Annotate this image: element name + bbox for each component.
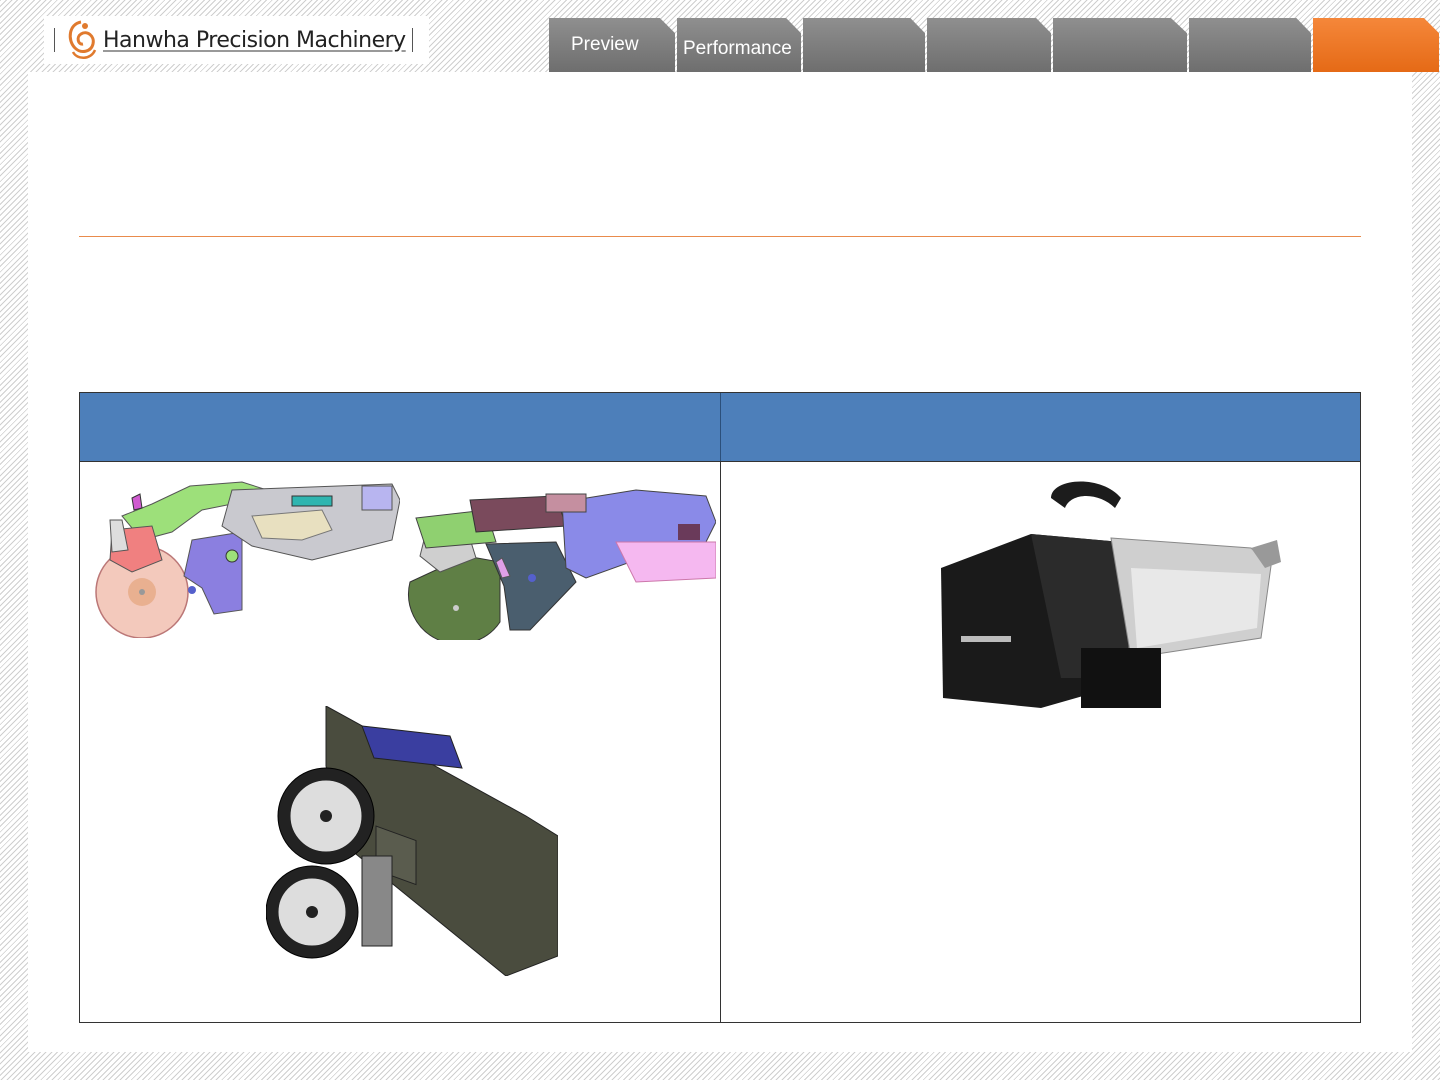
comparison-table — [79, 392, 1361, 1023]
header: Hanwha Precision Machinery Preview Perfo… — [0, 0, 1440, 72]
tab-5[interactable] — [1053, 18, 1187, 72]
feeder-3d-render-icon — [266, 706, 558, 976]
tab-4[interactable] — [927, 18, 1051, 72]
brand-logo: Hanwha Precision Machinery — [44, 16, 429, 64]
hanwha-logo-icon — [68, 20, 97, 59]
table-header-row — [80, 393, 1360, 462]
tab-label: Performance — [683, 38, 792, 59]
table-cell-right — [719, 462, 1361, 1023]
tab-preview[interactable]: Preview — [549, 18, 675, 72]
tab-performance[interactable]: Performance — [677, 18, 801, 72]
brand-name: Hanwha Precision Machinery — [103, 27, 406, 53]
feeder-section-drawing-icon — [95, 481, 400, 638]
feeder-section-drawing-icon — [408, 489, 716, 640]
tab-label: Preview — [571, 34, 639, 55]
feeder-photo-icon — [940, 481, 1281, 708]
table-cell-left — [80, 462, 720, 1023]
title-divider — [79, 236, 1361, 237]
table-header-left — [80, 393, 720, 461]
tab-6[interactable] — [1189, 18, 1311, 72]
table-header-right — [719, 393, 1361, 461]
tab-3[interactable] — [803, 18, 925, 72]
nav-tabs: Preview Performance — [549, 18, 1440, 72]
tab-active[interactable] — [1313, 18, 1439, 72]
table-body-row — [80, 462, 1360, 1023]
